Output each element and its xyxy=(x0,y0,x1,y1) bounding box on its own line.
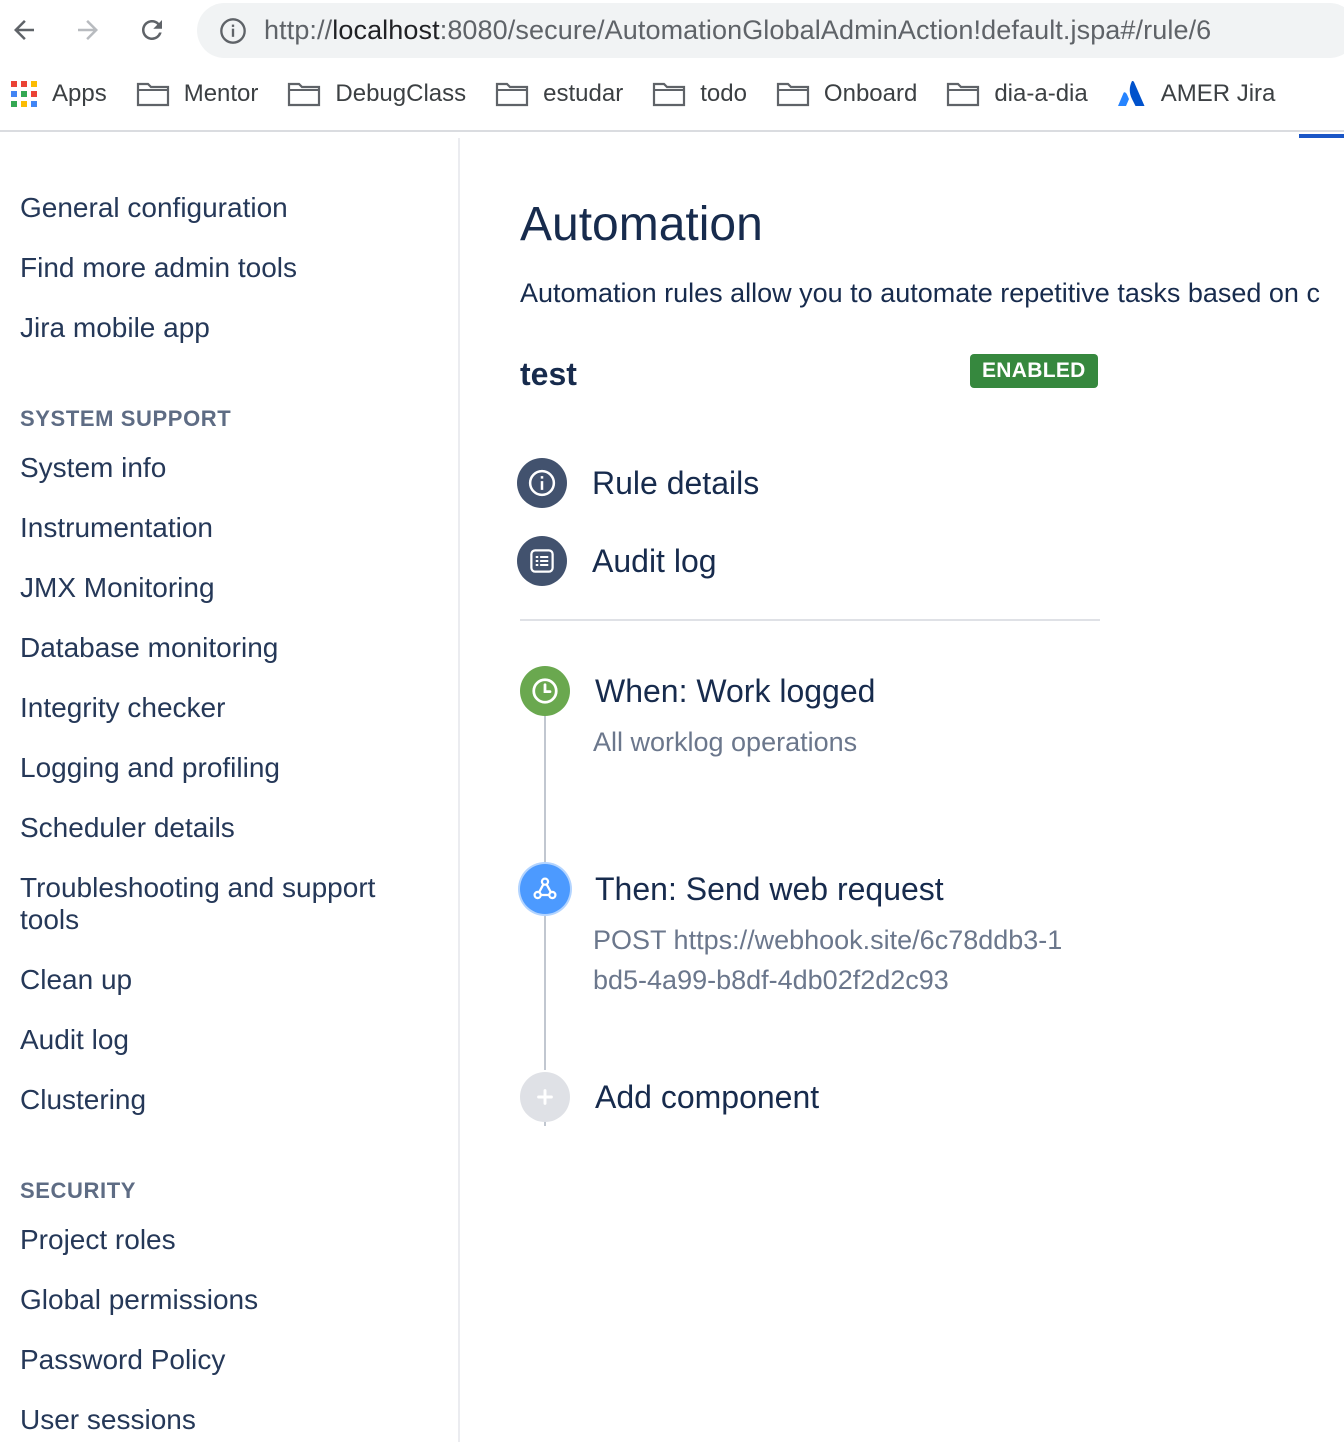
sidebar-item-project-roles[interactable]: Project roles xyxy=(20,1224,440,1256)
apps-grid-icon xyxy=(10,80,38,108)
bookmark-label: AMER Jira xyxy=(1160,80,1276,107)
address-bar[interactable]: http://localhost:8080/secure/AutomationG… xyxy=(197,3,1344,58)
folder-icon xyxy=(495,81,529,107)
url-path: :8080/secure/AutomationGlobalAdminAction… xyxy=(439,15,1212,45)
admin-sidebar: General configuration Find more admin to… xyxy=(0,138,460,1442)
site-info-icon[interactable] xyxy=(219,17,247,45)
url-text: http://localhost:8080/secure/AutomationG… xyxy=(264,15,1211,46)
sidebar-item-scheduler-details[interactable]: Scheduler details xyxy=(20,812,440,844)
bookmark-mentor[interactable]: Mentor xyxy=(126,72,269,116)
page-description: Automation rules allow you to automate r… xyxy=(520,278,1320,308)
bookmark-label: Apps xyxy=(52,80,107,107)
audit-log-link[interactable]: Audit log xyxy=(517,535,717,587)
bookmark-dia-a-dia[interactable]: dia-a-dia xyxy=(936,72,1097,116)
rule-name: test xyxy=(520,356,577,392)
sidebar-heading-system-support: SYSTEM SUPPORT xyxy=(20,406,232,431)
info-icon xyxy=(517,458,567,508)
reload-button[interactable] xyxy=(132,10,172,50)
bookmark-label: Onboard xyxy=(823,80,918,107)
clock-icon xyxy=(520,666,570,716)
sidebar-item-jira-mobile-app[interactable]: Jira mobile app xyxy=(20,312,440,344)
bookmark-estudar[interactable]: estudar xyxy=(485,72,633,116)
bookmark-label: Mentor xyxy=(183,80,259,107)
audit-log-icon xyxy=(517,536,567,586)
url-host: localhost xyxy=(332,15,440,45)
folder-icon xyxy=(136,81,170,107)
sidebar-item-instrumentation[interactable]: Instrumentation xyxy=(20,512,440,544)
bookmark-debugclass[interactable]: DebugClass xyxy=(277,72,476,116)
back-button[interactable] xyxy=(4,10,44,50)
page-title: Automation xyxy=(520,198,763,251)
reload-icon xyxy=(142,20,162,40)
folder-icon xyxy=(776,81,810,107)
browser-toolbar: http://localhost:8080/secure/AutomationG… xyxy=(0,0,1344,62)
bookmark-amer-jira[interactable]: AMER Jira xyxy=(1107,72,1286,116)
add-component-button[interactable]: Add component xyxy=(520,1072,920,1122)
bookmark-label: DebugClass xyxy=(335,80,467,107)
folder-icon xyxy=(946,81,980,107)
sidebar-item-user-sessions[interactable]: User sessions xyxy=(20,1404,440,1436)
action-title: Then: Send web request xyxy=(595,871,944,907)
sidebar-item-general-configuration[interactable]: General configuration xyxy=(20,192,440,224)
sidebar-item-find-more-admin-tools[interactable]: Find more admin tools xyxy=(20,252,440,284)
status-badge: ENABLED xyxy=(970,354,1098,388)
forward-button[interactable] xyxy=(68,10,108,50)
trigger-detail: All worklog operations xyxy=(593,727,858,757)
audit-log-label: Audit log xyxy=(592,542,717,579)
bookmark-label: dia-a-dia xyxy=(994,80,1088,107)
back-arrow-icon xyxy=(14,20,34,40)
trigger-component[interactable]: When: Work logged All worklog operations xyxy=(520,666,1120,766)
sidebar-item-logging-and-profiling[interactable]: Logging and profiling xyxy=(20,752,440,784)
section-divider xyxy=(520,619,1100,621)
main-content: Automation Automation rules allow you to… xyxy=(460,138,1344,1442)
bookmark-todo[interactable]: todo xyxy=(642,72,757,116)
action-component[interactable]: Then: Send web request POST https://webh… xyxy=(520,864,1120,1004)
sidebar-item-integrity-checker[interactable]: Integrity checker xyxy=(20,692,440,724)
trigger-title: When: Work logged xyxy=(595,673,876,709)
webhook-icon xyxy=(520,864,570,914)
sidebar-item-password-policy[interactable]: Password Policy xyxy=(20,1344,440,1376)
sidebar-item-clean-up[interactable]: Clean up xyxy=(20,964,440,996)
rule-details-label: Rule details xyxy=(592,464,760,501)
sidebar-item-troubleshooting-and-support-tools[interactable]: Troubleshooting and support tools xyxy=(20,872,410,936)
add-component-label: Add component xyxy=(595,1079,820,1115)
sidebar-item-audit-log[interactable]: Audit log xyxy=(20,1024,440,1056)
sidebar-item-clustering[interactable]: Clustering xyxy=(20,1084,440,1116)
sidebar-item-database-monitoring[interactable]: Database monitoring xyxy=(20,632,440,664)
browser-chrome-divider xyxy=(0,130,1344,132)
bookmark-label: todo xyxy=(700,80,747,107)
url-scheme: http:// xyxy=(264,15,333,45)
bookmark-onboard[interactable]: Onboard xyxy=(766,72,927,116)
sidebar-heading-security: SECURITY xyxy=(20,1178,137,1203)
folder-icon xyxy=(287,81,321,107)
sidebar-item-system-info[interactable]: System info xyxy=(20,452,440,484)
forward-arrow-icon xyxy=(78,20,98,40)
http-method: POST xyxy=(593,925,667,955)
bookmarks-bar: Apps Mentor DebugClass estudar todo Onbo… xyxy=(0,62,1344,126)
rule-details-link[interactable]: Rule details xyxy=(517,457,759,509)
folder-icon xyxy=(652,81,686,107)
plus-icon xyxy=(520,1072,570,1122)
atlassian-logo-icon xyxy=(1117,79,1147,109)
action-detail: POST https://webhook.site/6c78ddb3-1bd5-… xyxy=(593,920,1073,1000)
sidebar-item-global-permissions[interactable]: Global permissions xyxy=(20,1284,440,1316)
bookmark-apps[interactable]: Apps xyxy=(0,72,117,116)
sidebar-item-jmx-monitoring[interactable]: JMX Monitoring xyxy=(20,572,440,604)
bookmark-label: estudar xyxy=(543,80,624,107)
